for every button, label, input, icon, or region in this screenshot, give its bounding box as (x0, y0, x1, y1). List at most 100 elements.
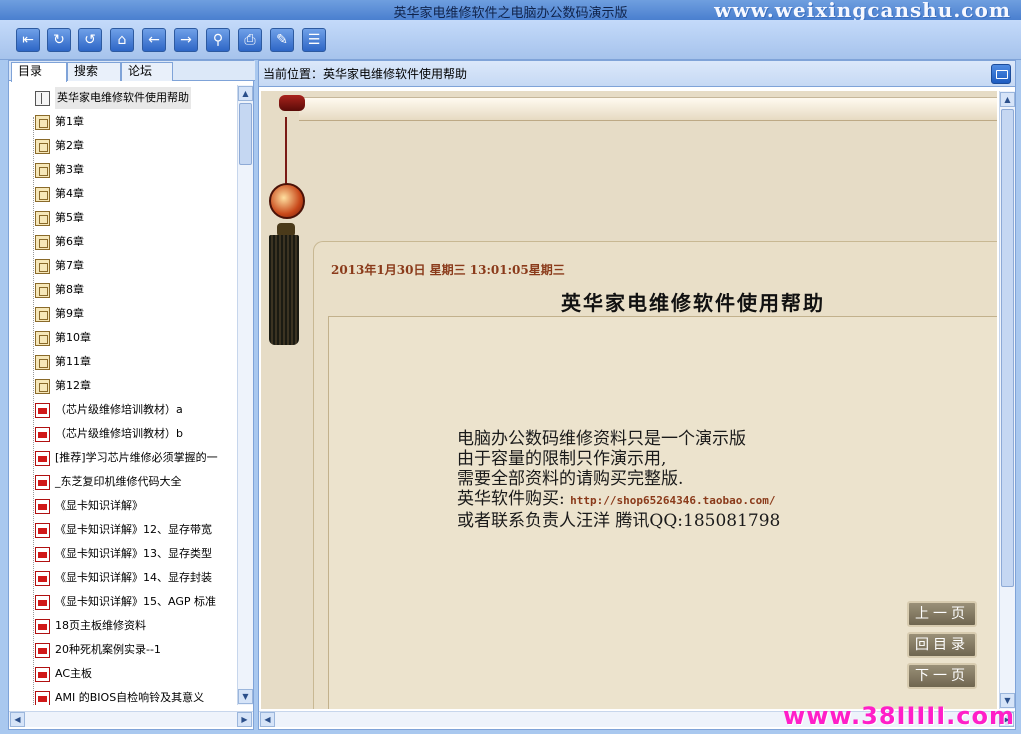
tree-item[interactable]: 《显卡知识详解》12、显存带宽 (15, 519, 235, 543)
buy-label: 英华软件购买: (457, 489, 565, 509)
home-icon[interactable]: ⌂ (110, 28, 134, 52)
pdf-file-icon (35, 451, 50, 466)
forward-icon[interactable]: → (174, 28, 198, 52)
tree-item[interactable]: 第7章 (15, 255, 235, 279)
pdf-file-icon (35, 427, 50, 442)
body-line: 电脑办公数码维修资料只是一个演示版 (457, 429, 746, 449)
tab-forum[interactable]: 论坛 (121, 62, 173, 81)
tree-vscroll[interactable]: ▲ ▼ (237, 85, 253, 705)
tree-item-label: 第3章 (55, 163, 84, 176)
tree-item[interactable]: 《显卡知识详解》 (15, 495, 235, 519)
tree-item[interactable]: 第5章 (15, 207, 235, 231)
tab-search[interactable]: 搜索 (67, 62, 121, 81)
tree-item-label: 20种死机案例实录--1 (55, 643, 161, 656)
tree-item-label: 第6章 (55, 235, 84, 248)
book-icon (35, 91, 50, 106)
page-icon (35, 355, 50, 370)
back-icon[interactable]: ← (142, 28, 166, 52)
contact-line: 或者联系负责人汪洋 腾讯QQ:185081798 (457, 511, 781, 531)
tree-item[interactable]: 第10章 (15, 327, 235, 351)
tassel-cord (285, 117, 287, 187)
watermark-top: www.weixingcanshu.com (714, 0, 1011, 22)
content-panel: 当前位置：英华家电维修软件使用帮助 2013年1月30日 星期三 13:01:0… (258, 60, 1016, 730)
watermark-bottom: www.38IIIII.com (783, 702, 1015, 730)
body-text: 电脑办公数码维修资料只是一个演示版 由于容量的限制只作演示用, 需要全部资料的请… (457, 429, 780, 531)
body-line: 需要全部资料的请购买完整版. (457, 469, 684, 489)
toc-button[interactable]: 回目录 (907, 632, 977, 658)
search-icon[interactable]: ⚲ (206, 28, 230, 52)
tree-item-label: AC主板 (55, 667, 93, 680)
contents-tree: 英华家电维修软件使用帮助 第1章第2章第3章第4章第5章第6章第7章第8章第9章第… (15, 87, 235, 705)
content-vscroll[interactable]: ▲ ▼ (999, 91, 1015, 709)
tree-item[interactable]: 第2章 (15, 135, 235, 159)
pdf-file-icon (35, 595, 50, 610)
tree-item-label: 18页主板维修资料 (55, 619, 146, 632)
tree-item-label: 第4章 (55, 187, 84, 200)
tree-item[interactable]: 第11章 (15, 351, 235, 375)
tree-item[interactable]: 《显卡知识详解》15、AGP 标准 (15, 591, 235, 615)
tree-item-label: 第12章 (55, 379, 91, 392)
scroll-up-icon[interactable]: ▲ (1000, 92, 1015, 107)
scroll-left-icon[interactable]: ◀ (260, 712, 275, 727)
title-bar: 英华家电维修软件之电脑办公数码演示版 www.weixingcanshu.com (0, 0, 1021, 22)
tree-item[interactable]: 第6章 (15, 231, 235, 255)
tree-item-label: 第2章 (55, 139, 84, 152)
tree-item[interactable]: 第9章 (15, 303, 235, 327)
fullscreen-icon[interactable] (991, 64, 1011, 84)
page-title: 英华家电维修软件使用帮助 (561, 291, 825, 315)
tree-item[interactable]: 第8章 (15, 279, 235, 303)
page-icon (35, 187, 50, 202)
page-icon (35, 331, 50, 346)
tree-item-label: 第10章 (55, 331, 91, 344)
scroll-thumb[interactable] (1001, 109, 1014, 587)
page-icon (35, 307, 50, 322)
tree-item[interactable]: 第12章 (15, 375, 235, 399)
print-icon[interactable]: ⎙ (238, 28, 262, 52)
tree-item[interactable]: （芯片级维修培训教材）b (15, 423, 235, 447)
tree-hscroll[interactable]: ◀ ▶ (9, 711, 253, 727)
charm-ornament-icon (269, 183, 305, 219)
date-time: 2013年1月30日 星期三 13:01:05星期三 (331, 263, 565, 277)
tree-item[interactable]: 第1章 (15, 111, 235, 135)
tassel-ornament-icon (269, 235, 299, 345)
scroll-right-icon[interactable]: ▶ (237, 712, 252, 727)
buy-line: 英华软件购买: http://shop65264346.taobao.com/ (457, 489, 780, 511)
location-bar: 当前位置：英华家电维修软件使用帮助 (259, 61, 1015, 87)
nav-tabs: 目录 搜索 论坛 (9, 61, 255, 82)
tree-item[interactable]: 20种死机案例实录--1 (15, 639, 235, 663)
tree-item[interactable]: AC主板 (15, 663, 235, 687)
tree-item[interactable]: 第4章 (15, 183, 235, 207)
location-label: 当前位置： (263, 67, 324, 81)
scroll-left-icon[interactable]: ◀ (10, 712, 25, 727)
tree-item-label: 第7章 (55, 259, 84, 272)
tree-item[interactable]: _东芝复印机维修代码大全 (15, 471, 235, 495)
tree-item[interactable]: AMI 的BIOS自检响铃及其意义 (15, 687, 235, 705)
tree-item[interactable]: （芯片级维修培训教材）a (15, 399, 235, 423)
location-value: 英华家电维修软件使用帮助 (323, 67, 468, 81)
tree-item[interactable]: 《显卡知识详解》13、显存类型 (15, 543, 235, 567)
hide-icon[interactable]: ⇤ (16, 28, 40, 52)
tree-item-label: 第9章 (55, 307, 84, 320)
pdf-file-icon (35, 643, 50, 658)
tree-item[interactable]: 18页主板维修资料 (15, 615, 235, 639)
page-icon (35, 163, 50, 178)
scroll-up-icon[interactable]: ▲ (238, 86, 253, 101)
favorite-icon[interactable]: ✎ (270, 28, 294, 52)
options-icon[interactable]: ☰ (302, 28, 326, 52)
tree-item-label: （芯片级维修培训教材）a (55, 403, 183, 416)
page-icon (35, 379, 50, 394)
tree-item[interactable]: 英华家电维修软件使用帮助 (15, 87, 235, 111)
prev-page-button[interactable]: 上一页 (907, 601, 977, 627)
buy-link[interactable]: http://shop65264346.taobao.com/ (570, 494, 775, 507)
next-page-button[interactable]: 下一页 (907, 663, 977, 689)
tree-item[interactable]: [推荐]学习芯片维修必须掌握的一 (15, 447, 235, 471)
tree-item[interactable]: 《显卡知识详解》14、显存封装 (15, 567, 235, 591)
scroll-thumb[interactable] (239, 103, 252, 165)
tab-contents[interactable]: 目录 (11, 62, 67, 82)
page-icon (35, 211, 50, 226)
scroll-down-icon[interactable]: ▼ (238, 689, 253, 704)
refresh-icon[interactable]: ↻ (47, 28, 71, 52)
navigation-panel: 目录 搜索 论坛 英华家电维修软件使用帮助 第1章第2章第3章第4章第5章第6章第… (8, 60, 255, 730)
reload-icon[interactable]: ↺ (78, 28, 102, 52)
tree-item[interactable]: 第3章 (15, 159, 235, 183)
